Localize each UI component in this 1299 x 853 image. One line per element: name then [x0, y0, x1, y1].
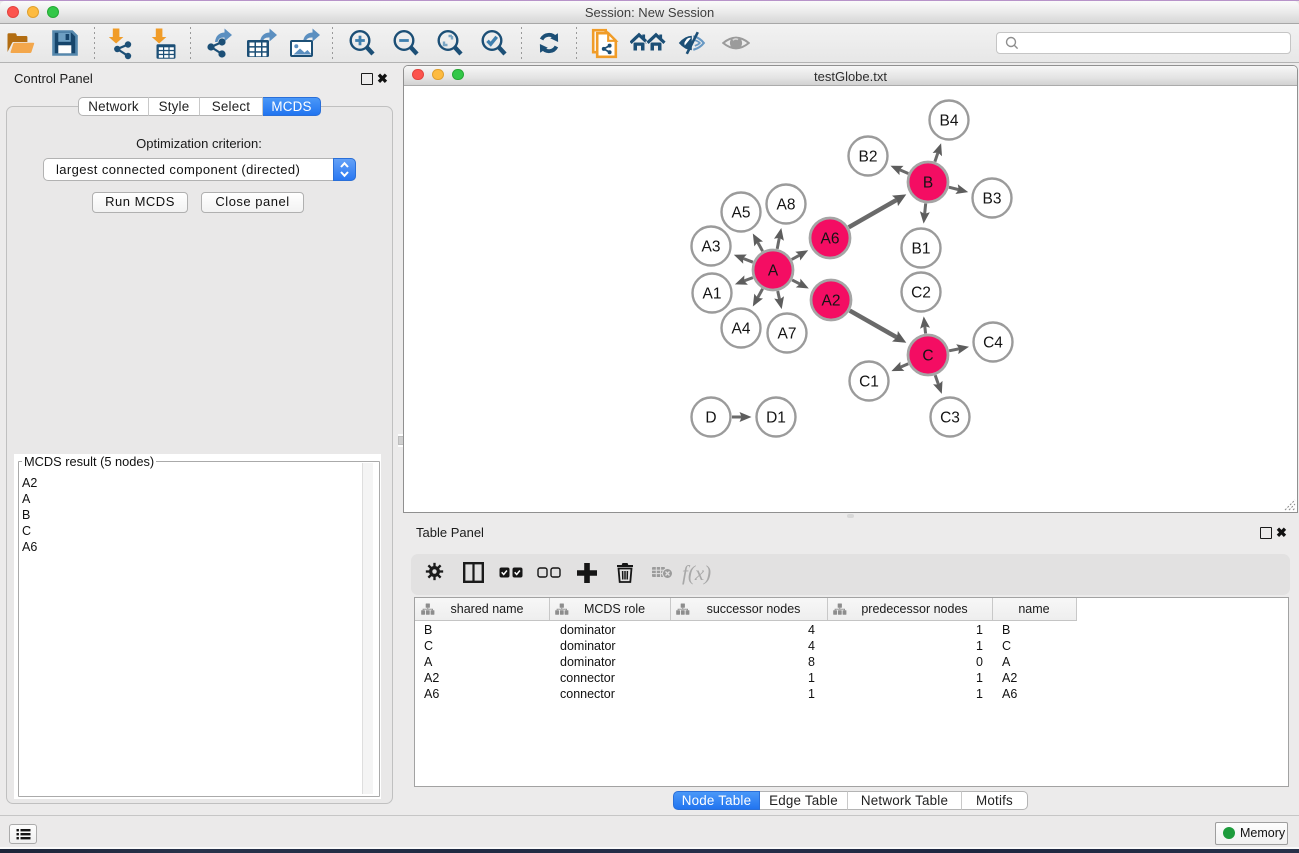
- svg-text:A1: A1: [703, 286, 722, 303]
- svg-text:B4: B4: [940, 113, 959, 130]
- svg-text:A3: A3: [702, 239, 721, 256]
- svg-text:A8: A8: [777, 197, 796, 214]
- svg-text:D1: D1: [766, 410, 786, 427]
- svg-text:C3: C3: [940, 410, 960, 427]
- svg-text:B: B: [923, 175, 933, 192]
- svg-text:D: D: [705, 410, 716, 427]
- svg-text:B3: B3: [983, 191, 1002, 208]
- svg-text:C1: C1: [859, 374, 879, 391]
- svg-text:B1: B1: [912, 241, 931, 258]
- svg-text:C: C: [922, 348, 933, 365]
- svg-text:A6: A6: [821, 231, 840, 248]
- svg-text:A7: A7: [778, 326, 797, 343]
- svg-text:A2: A2: [822, 293, 841, 310]
- svg-text:A4: A4: [732, 321, 751, 338]
- svg-text:C4: C4: [983, 335, 1003, 352]
- svg-text:A5: A5: [732, 205, 751, 222]
- svg-text:B2: B2: [859, 149, 878, 166]
- svg-text:C2: C2: [911, 285, 931, 302]
- svg-text:A: A: [768, 263, 779, 280]
